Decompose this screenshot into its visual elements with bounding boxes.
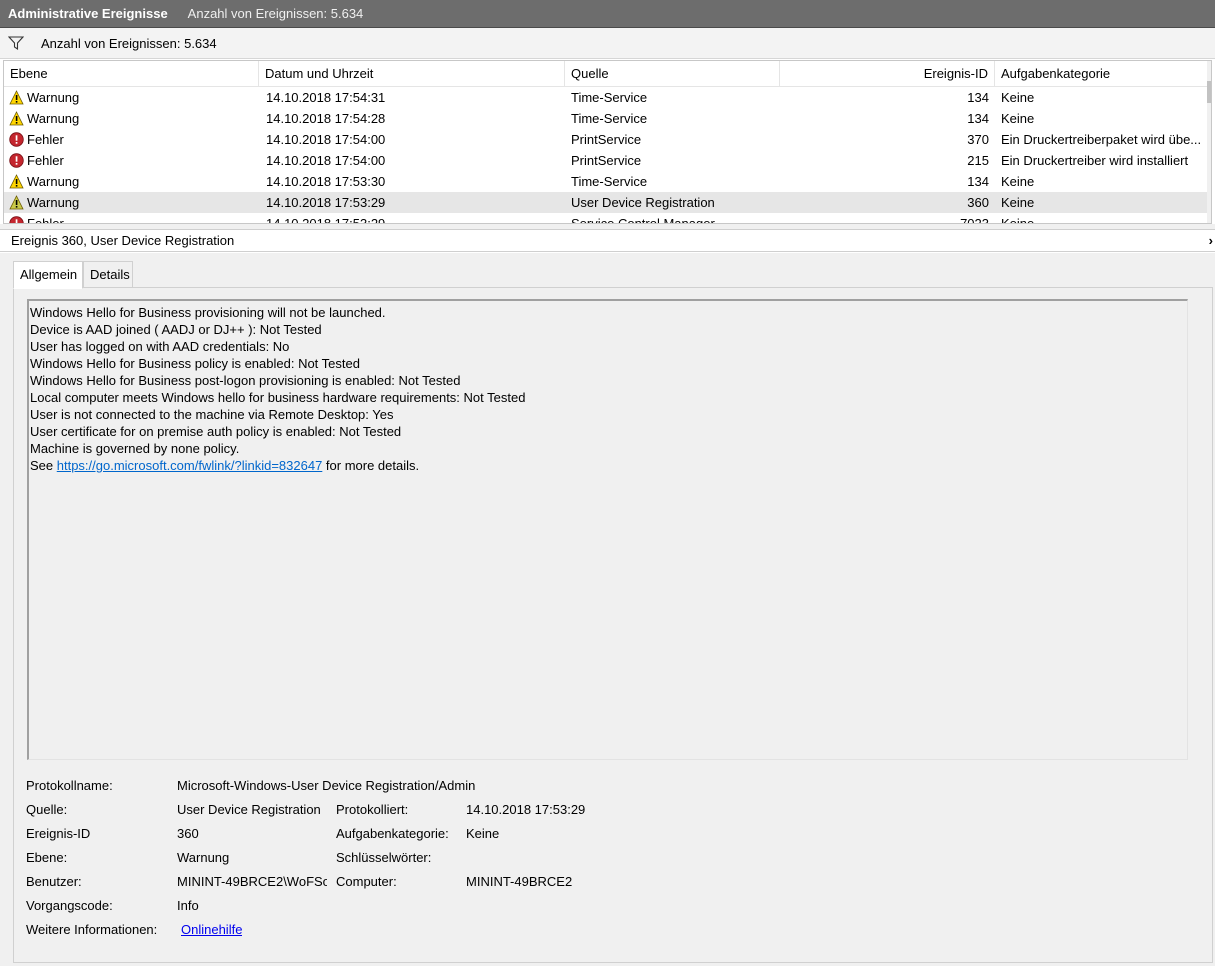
- logged-label: Protokolliert:: [336, 802, 409, 817]
- level-label: Ebene:: [26, 850, 68, 865]
- view-title: Administrative Ereignisse: [8, 6, 168, 21]
- row-level: Fehler: [27, 153, 64, 168]
- warning-icon: [9, 90, 24, 105]
- warning-icon: [9, 195, 24, 210]
- row-source: PrintService: [571, 132, 642, 147]
- event-list-scrollbar[interactable]: [1207, 61, 1211, 223]
- warning-icon: [9, 174, 24, 189]
- row-datetime: 14.10.2018 17:54:00: [266, 132, 386, 147]
- event-list-header: Ebene Datum und Uhrzeit Quelle Ereignis-…: [4, 61, 1211, 87]
- row-event-id: 215: [967, 153, 989, 168]
- error-icon: [9, 216, 24, 223]
- row-source: Service Control Manager: [571, 216, 715, 224]
- tab-general[interactable]: Allgemein: [13, 261, 83, 289]
- category-value: Keine: [466, 826, 500, 841]
- user-value: MININT-49BRCE2\WoFSou: [177, 874, 327, 889]
- warning-icon: [9, 111, 24, 126]
- row-event-id: 370: [967, 132, 989, 147]
- online-help-link[interactable]: Onlinehilfe: [181, 922, 242, 937]
- row-datetime: 14.10.2018 17:54:00: [266, 153, 386, 168]
- event-detail-pane: Allgemein Details Windows Hello for Busi…: [0, 253, 1215, 966]
- event-count-title: Anzahl von Ereignissen: 5.634: [187, 6, 364, 21]
- row-event-id: 134: [967, 111, 989, 126]
- more-info-label: Weitere Informationen:: [26, 922, 158, 937]
- row-source: Time-Service: [571, 111, 648, 126]
- error-icon: [9, 153, 24, 168]
- close-detail-icon[interactable]: ›: [1209, 230, 1213, 252]
- row-level: Warnung: [27, 174, 80, 189]
- row-category: Keine: [1001, 216, 1035, 224]
- row-event-id: 7023: [960, 216, 989, 224]
- row-level: Fehler: [27, 132, 64, 147]
- source-value: User Device Registration: [177, 802, 321, 817]
- keywords-label: Schlüsselwörter:: [336, 850, 432, 865]
- row-datetime: 14.10.2018 17:54:28: [266, 111, 386, 126]
- row-source: User Device Registration: [571, 195, 715, 210]
- row-category: Ein Druckertreiberpaket wird übe...: [1001, 132, 1202, 147]
- event-id-value: 360: [177, 826, 199, 841]
- source-label: Quelle:: [26, 802, 68, 817]
- event-row[interactable]: Warnung 14.10.2018 17:54:31 Time-Service 13…: [4, 87, 1208, 108]
- filter-count-text: Anzahl von Ereignissen: 5.634: [41, 35, 217, 51]
- category-label: Aufgabenkategorie:: [336, 826, 449, 841]
- log-name-label: Protokollname:: [26, 778, 113, 793]
- user-label: Benutzer:: [26, 874, 82, 889]
- column-header-level[interactable]: Ebene: [4, 61, 259, 87]
- error-icon: [9, 132, 24, 147]
- column-header-event-id[interactable]: Ereignis-ID: [780, 61, 995, 87]
- event-detail-header: Ereignis 360, User Device Registration ›: [0, 230, 1215, 252]
- event-id-label: Ereignis-ID: [26, 826, 91, 841]
- row-event-id: 360: [967, 195, 989, 210]
- column-header-datetime[interactable]: Datum und Uhrzeit: [259, 61, 565, 87]
- row-category: Keine: [1001, 90, 1035, 105]
- opcode-value: Info: [177, 898, 199, 913]
- row-datetime: 14.10.2018 17:53:30: [266, 174, 386, 189]
- tab-details[interactable]: Details: [83, 261, 133, 288]
- tab-general-content: Windows Hello for Business provisioning …: [13, 287, 1213, 963]
- row-event-id: 134: [967, 90, 989, 105]
- event-detail-title: Ereignis 360, User Device Registration: [11, 233, 235, 248]
- row-category: Keine: [1001, 111, 1035, 126]
- event-row[interactable]: Fehler 14.10.2018 17:54:00 PrintService 215…: [4, 150, 1208, 171]
- row-datetime: 14.10.2018 17:54:31: [266, 90, 386, 105]
- row-source: Time-Service: [571, 90, 648, 105]
- row-level: Fehler: [27, 216, 64, 224]
- column-header-category[interactable]: Aufgabenkategorie: [995, 61, 1211, 87]
- scrollbar-thumb[interactable]: [1207, 81, 1211, 103]
- row-event-id: 134: [967, 174, 989, 189]
- event-row[interactable]: Warnung 14.10.2018 17:53:30 Time-Service 13…: [4, 171, 1208, 192]
- row-level: Warnung: [27, 111, 80, 126]
- row-level: Warnung: [27, 195, 80, 210]
- level-value: Warnung: [177, 850, 230, 865]
- row-datetime: 14.10.2018 17:53:29: [266, 195, 386, 210]
- computer-label: Computer:: [336, 874, 397, 889]
- event-list: Ebene Datum und Uhrzeit Quelle Ereignis-…: [3, 60, 1212, 224]
- row-source: Time-Service: [571, 174, 648, 189]
- computer-value: MININT-49BRCE2: [466, 874, 573, 889]
- row-level: Warnung: [27, 90, 80, 105]
- row-category: Keine: [1001, 195, 1035, 210]
- event-properties: Protokollname: Microsoft-Windows-User De…: [14, 288, 1214, 964]
- logged-value: 14.10.2018 17:53:29: [466, 802, 586, 817]
- column-header-source[interactable]: Quelle: [565, 61, 780, 87]
- filter-bar: Anzahl von Ereignissen: 5.634: [0, 28, 1215, 59]
- row-category: Keine: [1001, 174, 1035, 189]
- event-row[interactable]: Warnung 14.10.2018 17:53:29 User Device Re…: [4, 192, 1208, 213]
- filter-icon[interactable]: [7, 36, 25, 51]
- log-name-value: Microsoft-Windows-User Device Registrati…: [177, 778, 476, 793]
- opcode-label: Vorgangscode:: [26, 898, 113, 913]
- row-datetime: 14.10.2018 17:53:29: [266, 216, 386, 224]
- event-row[interactable]: Fehler 14.10.2018 17:53:29 Service Control…: [4, 213, 1208, 224]
- event-row[interactable]: Warnung 14.10.2018 17:54:28 Time-Service 13…: [4, 108, 1208, 129]
- row-source: PrintService: [571, 153, 642, 168]
- row-category: Ein Druckertreiber wird installiert: [1001, 153, 1189, 168]
- title-bar: Administrative Ereignisse Anzahl von Ere…: [0, 0, 1215, 28]
- event-row[interactable]: Fehler 14.10.2018 17:54:00 PrintService 370…: [4, 129, 1208, 150]
